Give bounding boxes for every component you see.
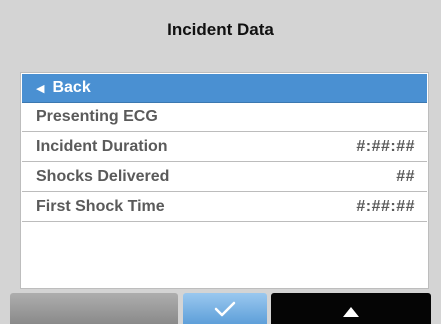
back-item-content: ◀ Back: [36, 79, 91, 97]
checkmark-icon: [214, 301, 236, 317]
confirm-softkey[interactable]: [183, 293, 267, 324]
menu-item-label: Presenting ECG: [36, 108, 158, 125]
menu-panel: ◀ Back Presenting ECG Incident Duration …: [20, 72, 429, 289]
menu-item-first-shock-time[interactable]: First Shock Time #:##:##: [22, 193, 427, 222]
menu-item-value: #:##:##: [356, 138, 415, 155]
back-menu-item[interactable]: ◀ Back: [22, 74, 427, 103]
menu-item-presenting-ecg[interactable]: Presenting ECG: [22, 103, 427, 132]
back-label: Back: [52, 79, 91, 96]
screen: Incident Data ◀ Back Presenting ECG Inci…: [0, 0, 441, 324]
left-arrow-icon: ◀: [36, 82, 45, 95]
menu-item-label: Incident Duration: [36, 138, 168, 155]
left-softkey[interactable]: [10, 293, 178, 324]
menu-item-value: #:##:##: [356, 198, 415, 215]
page-title: Incident Data: [167, 20, 274, 39]
menu-item-value: ##: [396, 168, 415, 185]
menu-item-shocks-delivered[interactable]: Shocks Delivered ##: [22, 163, 427, 192]
up-softkey[interactable]: [271, 293, 431, 324]
softkey-bar: [10, 293, 431, 324]
menu-item-label: Shocks Delivered: [36, 168, 170, 185]
menu-item-label: First Shock Time: [36, 198, 165, 215]
up-triangle-icon: [343, 306, 359, 317]
menu-item-incident-duration[interactable]: Incident Duration #:##:##: [22, 133, 427, 162]
